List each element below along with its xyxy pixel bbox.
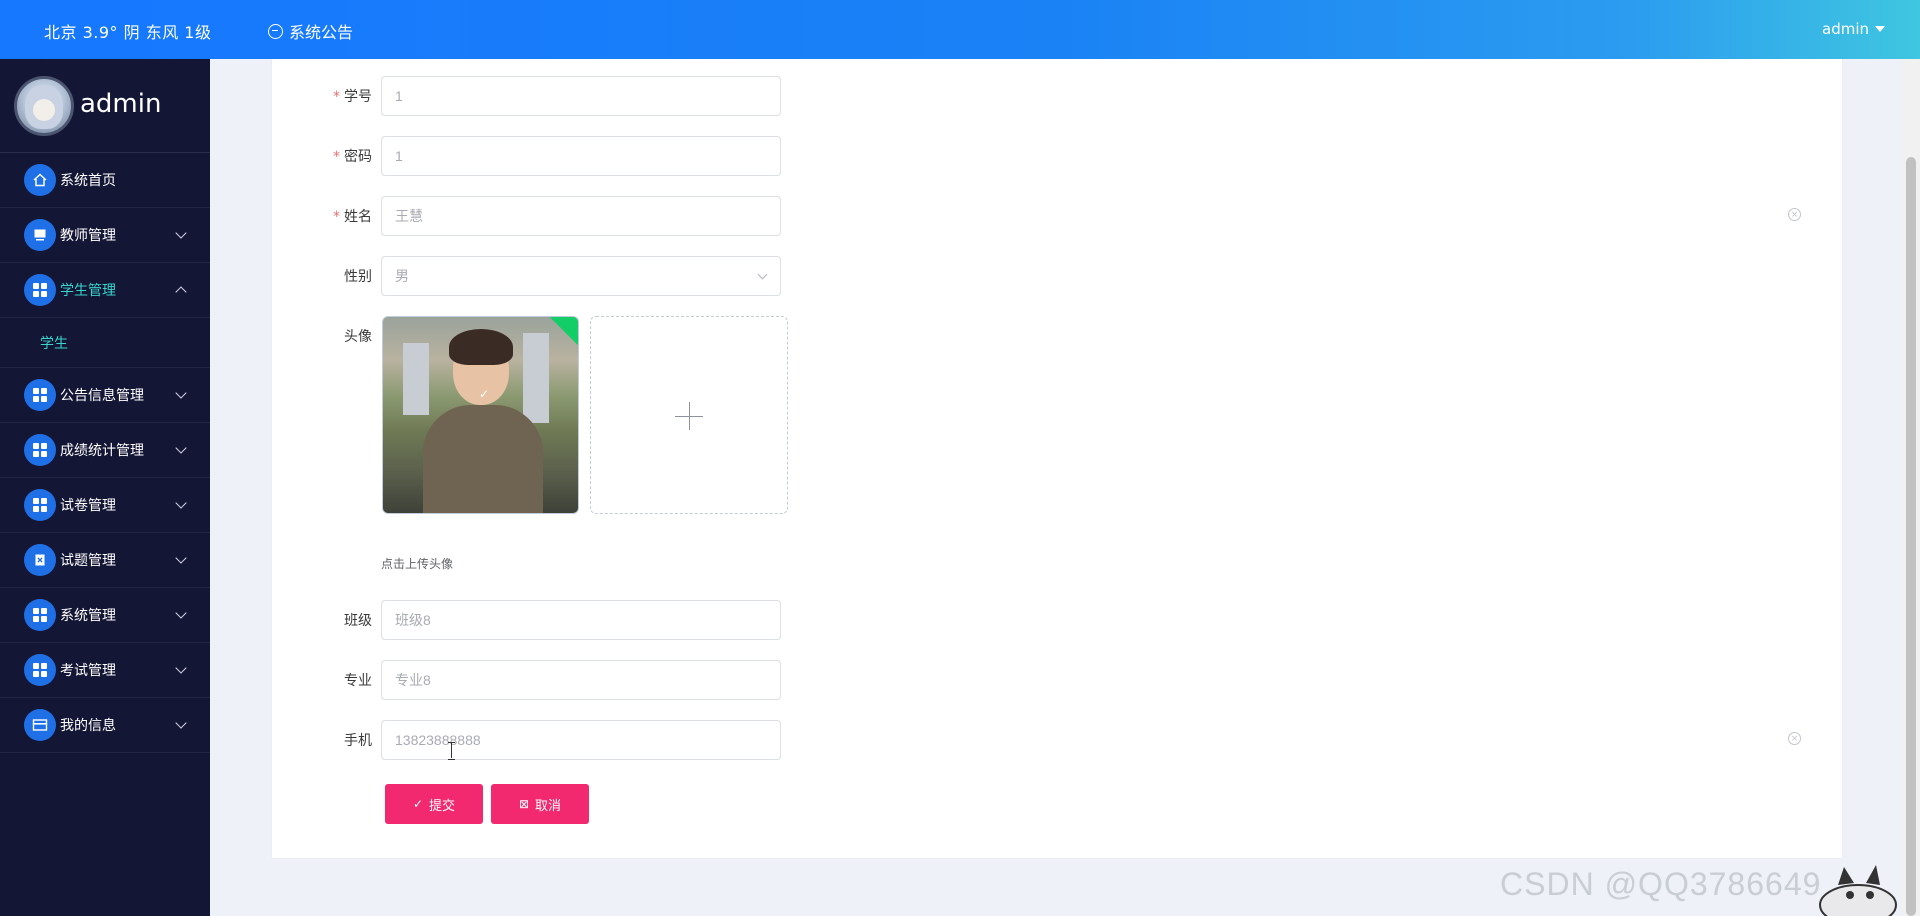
sidebar: admin 系统首页 教师管理 学生管理 学生 公告信息管理 成绩统计管理 试卷… [0,59,210,916]
close-circle-icon[interactable]: × [1788,732,1801,745]
chevron-down-icon [757,269,768,280]
sidebar-item-label: 考试管理 [60,663,116,679]
gender-label: 性别 [344,269,372,285]
phone-input[interactable]: 13823888888 [381,720,781,760]
sidebar-item-label: 公告信息管理 [60,388,144,404]
class-label: 班级 [344,613,372,629]
chevron-down-icon [175,662,187,674]
check-icon: ✓ [412,797,424,811]
sidebar-profile: admin [0,59,210,153]
user-dropdown[interactable]: admin [1822,20,1885,38]
avatar [14,76,74,136]
sidebar-item-label: 试卷管理 [60,498,116,514]
phone-label: 手机 [344,733,372,749]
sidebar-item-system[interactable]: 系统管理 [0,588,210,643]
chevron-down-icon [175,552,187,564]
submit-button[interactable]: ✓ 提交 [385,784,483,824]
weather-info: 北京 3.9° 阴 东风 1级 [44,23,212,42]
sidebar-item-questions[interactable]: 试题管理 [0,533,210,588]
caret-down-icon [1875,26,1885,32]
clipboard-icon [24,544,56,576]
major-input[interactable]: 专业8 [381,660,781,700]
chevron-down-icon [175,717,187,729]
scrollbar-thumb[interactable] [1906,157,1916,916]
student-id-label: * 学号 [333,89,372,105]
grid-icon [24,434,56,466]
name-input[interactable]: 王慧 [381,196,781,236]
watermark: CSDN @QQ3786649 [1500,866,1822,902]
submit-button-label: 提交 [429,797,456,813]
page-scrollbar[interactable] [1902,59,1920,916]
grid-icon [24,654,56,686]
password-label: * 密码 [333,149,372,165]
class-input[interactable]: 班级8 [381,600,781,640]
minus-circle-icon [268,23,283,39]
profile-name: admin [80,89,162,119]
gender-selected-value: 男 [395,268,409,284]
sidebar-item-papers[interactable]: 试卷管理 [0,478,210,533]
close-circle-icon[interactable]: × [1788,208,1801,221]
student-id-input[interactable]: 1 [381,76,781,116]
sidebar-item-label: 系统管理 [60,608,116,624]
close-square-icon: ⊠ [518,797,530,811]
sidebar-item-label: 教师管理 [60,228,116,244]
upload-success-badge [549,317,578,346]
chevron-down-icon [175,387,187,399]
sidebar-item-score-stats[interactable]: 成绩统计管理 [0,423,210,478]
user-name: admin [1822,20,1869,38]
chevron-down-icon [175,227,187,239]
sidebar-item-exams[interactable]: 考试管理 [0,643,210,698]
card-icon [24,709,56,741]
sidebar-item-my-info[interactable]: 我的信息 [0,698,210,753]
top-bar: 北京 3.9° 阴 东风 1级 系统公告 admin [0,0,1920,59]
monitor-icon [24,219,56,251]
sidebar-item-announcements[interactable]: 公告信息管理 [0,368,210,423]
mascot-cat-image [1819,865,1897,916]
grid-icon [24,379,56,411]
sidebar-item-label: 成绩统计管理 [60,443,144,459]
home-icon [24,164,56,196]
grid-icon [24,599,56,631]
grid-icon [24,489,56,521]
sidebar-subitem-student[interactable]: 学生 [0,318,210,368]
sidebar-item-teachers[interactable]: 教师管理 [0,208,210,263]
sidebar-item-label: 我的信息 [60,718,116,734]
upload-hint: 点击上传头像 [381,557,454,571]
sidebar-item-label: 学生管理 [60,283,116,299]
sidebar-item-label: 试题管理 [60,553,116,569]
avatar-upload-button[interactable] [590,316,788,514]
avatar-label: 头像 [344,329,372,345]
text-cursor [448,742,455,760]
gender-select[interactable]: 男 [381,256,781,296]
name-label: * 姓名 [333,209,372,225]
system-notice-label: 系统公告 [289,23,354,42]
chevron-down-icon [175,442,187,454]
cancel-button-label: 取消 [535,797,562,813]
chevron-down-icon [175,497,187,509]
sidebar-item-label: 系统首页 [60,173,116,189]
grid-icon [24,274,56,306]
cancel-button[interactable]: ⊠ 取消 [491,784,589,824]
major-label: 专业 [344,673,372,689]
password-input[interactable]: 1 [381,136,781,176]
chevron-up-icon [175,286,187,298]
check-icon: ✓ [479,387,490,401]
avatar-photo[interactable]: ✓ [382,316,579,514]
sidebar-item-students[interactable]: 学生管理 [0,263,210,318]
sidebar-item-home[interactable]: 系统首页 [0,153,210,208]
system-notice-link[interactable]: 系统公告 [268,19,353,43]
chevron-down-icon [175,607,187,619]
